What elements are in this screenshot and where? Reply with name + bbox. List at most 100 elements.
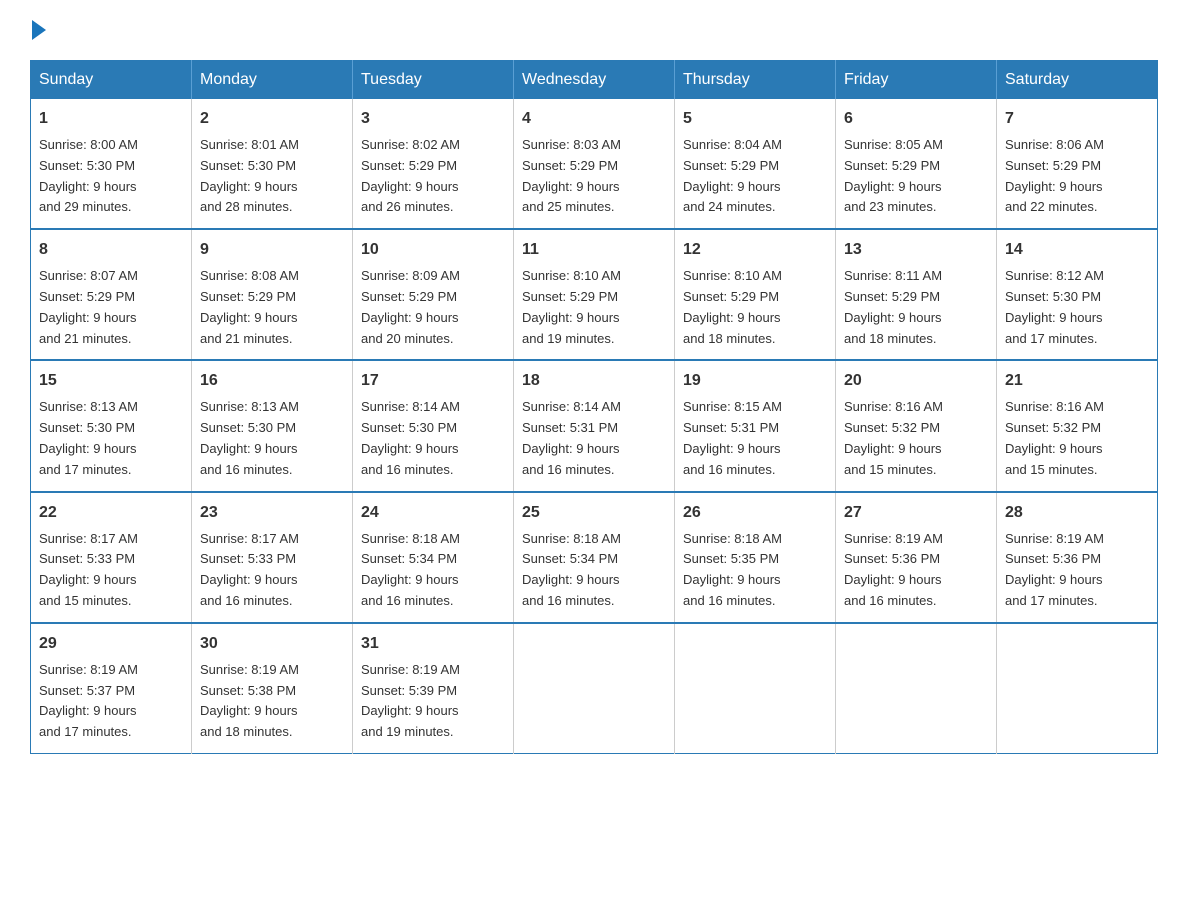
calendar-day-cell: 16 Sunrise: 8:13 AM Sunset: 5:30 PM Dayl… (192, 360, 353, 491)
calendar-day-cell: 22 Sunrise: 8:17 AM Sunset: 5:33 PM Dayl… (31, 492, 192, 623)
day-info: Sunrise: 8:01 AM Sunset: 5:30 PM Dayligh… (200, 137, 299, 214)
calendar-day-cell: 18 Sunrise: 8:14 AM Sunset: 5:31 PM Dayl… (514, 360, 675, 491)
calendar-day-cell: 24 Sunrise: 8:18 AM Sunset: 5:34 PM Dayl… (353, 492, 514, 623)
calendar-day-cell: 21 Sunrise: 8:16 AM Sunset: 5:32 PM Dayl… (997, 360, 1158, 491)
day-info: Sunrise: 8:00 AM Sunset: 5:30 PM Dayligh… (39, 137, 138, 214)
day-info: Sunrise: 8:11 AM Sunset: 5:29 PM Dayligh… (844, 268, 942, 345)
day-number: 15 (39, 369, 183, 393)
day-info: Sunrise: 8:10 AM Sunset: 5:29 PM Dayligh… (522, 268, 621, 345)
calendar-day-header: Monday (192, 61, 353, 100)
calendar-day-cell: 10 Sunrise: 8:09 AM Sunset: 5:29 PM Dayl… (353, 229, 514, 360)
page-header (30, 20, 1158, 40)
calendar-day-cell: 8 Sunrise: 8:07 AM Sunset: 5:29 PM Dayli… (31, 229, 192, 360)
day-number: 7 (1005, 107, 1149, 131)
day-info: Sunrise: 8:19 AM Sunset: 5:39 PM Dayligh… (361, 662, 460, 739)
calendar-week-row: 22 Sunrise: 8:17 AM Sunset: 5:33 PM Dayl… (31, 492, 1158, 623)
day-number: 11 (522, 238, 666, 262)
day-number: 4 (522, 107, 666, 131)
calendar-day-header: Wednesday (514, 61, 675, 100)
calendar-day-cell: 13 Sunrise: 8:11 AM Sunset: 5:29 PM Dayl… (836, 229, 997, 360)
calendar-day-cell: 31 Sunrise: 8:19 AM Sunset: 5:39 PM Dayl… (353, 623, 514, 754)
calendar-day-cell: 20 Sunrise: 8:16 AM Sunset: 5:32 PM Dayl… (836, 360, 997, 491)
day-number: 14 (1005, 238, 1149, 262)
calendar-day-cell (514, 623, 675, 754)
calendar-day-cell: 25 Sunrise: 8:18 AM Sunset: 5:34 PM Dayl… (514, 492, 675, 623)
day-number: 10 (361, 238, 505, 262)
calendar-day-cell (675, 623, 836, 754)
day-info: Sunrise: 8:14 AM Sunset: 5:31 PM Dayligh… (522, 399, 621, 476)
calendar-day-cell: 5 Sunrise: 8:04 AM Sunset: 5:29 PM Dayli… (675, 99, 836, 229)
day-number: 24 (361, 501, 505, 525)
calendar-day-header: Thursday (675, 61, 836, 100)
calendar-day-header: Saturday (997, 61, 1158, 100)
calendar-day-cell (997, 623, 1158, 754)
day-number: 21 (1005, 369, 1149, 393)
calendar-day-cell: 17 Sunrise: 8:14 AM Sunset: 5:30 PM Dayl… (353, 360, 514, 491)
day-number: 9 (200, 238, 344, 262)
calendar-day-cell (836, 623, 997, 754)
day-number: 8 (39, 238, 183, 262)
calendar-day-cell: 4 Sunrise: 8:03 AM Sunset: 5:29 PM Dayli… (514, 99, 675, 229)
calendar-day-cell: 19 Sunrise: 8:15 AM Sunset: 5:31 PM Dayl… (675, 360, 836, 491)
day-info: Sunrise: 8:02 AM Sunset: 5:29 PM Dayligh… (361, 137, 460, 214)
calendar-day-cell: 28 Sunrise: 8:19 AM Sunset: 5:36 PM Dayl… (997, 492, 1158, 623)
day-number: 12 (683, 238, 827, 262)
day-info: Sunrise: 8:09 AM Sunset: 5:29 PM Dayligh… (361, 268, 460, 345)
calendar-day-cell: 15 Sunrise: 8:13 AM Sunset: 5:30 PM Dayl… (31, 360, 192, 491)
day-info: Sunrise: 8:13 AM Sunset: 5:30 PM Dayligh… (39, 399, 138, 476)
calendar-header-row: SundayMondayTuesdayWednesdayThursdayFrid… (31, 61, 1158, 100)
day-info: Sunrise: 8:03 AM Sunset: 5:29 PM Dayligh… (522, 137, 621, 214)
day-info: Sunrise: 8:07 AM Sunset: 5:29 PM Dayligh… (39, 268, 138, 345)
day-info: Sunrise: 8:13 AM Sunset: 5:30 PM Dayligh… (200, 399, 299, 476)
calendar-day-cell: 7 Sunrise: 8:06 AM Sunset: 5:29 PM Dayli… (997, 99, 1158, 229)
day-info: Sunrise: 8:16 AM Sunset: 5:32 PM Dayligh… (1005, 399, 1104, 476)
day-number: 13 (844, 238, 988, 262)
calendar-day-cell: 14 Sunrise: 8:12 AM Sunset: 5:30 PM Dayl… (997, 229, 1158, 360)
calendar-day-cell: 1 Sunrise: 8:00 AM Sunset: 5:30 PM Dayli… (31, 99, 192, 229)
day-number: 22 (39, 501, 183, 525)
calendar-day-header: Tuesday (353, 61, 514, 100)
day-info: Sunrise: 8:19 AM Sunset: 5:36 PM Dayligh… (844, 531, 943, 608)
day-number: 31 (361, 632, 505, 656)
day-number: 23 (200, 501, 344, 525)
day-info: Sunrise: 8:04 AM Sunset: 5:29 PM Dayligh… (683, 137, 782, 214)
calendar-day-header: Friday (836, 61, 997, 100)
day-number: 3 (361, 107, 505, 131)
day-number: 19 (683, 369, 827, 393)
calendar-day-header: Sunday (31, 61, 192, 100)
day-info: Sunrise: 8:05 AM Sunset: 5:29 PM Dayligh… (844, 137, 943, 214)
calendar-day-cell: 29 Sunrise: 8:19 AM Sunset: 5:37 PM Dayl… (31, 623, 192, 754)
day-number: 25 (522, 501, 666, 525)
day-number: 6 (844, 107, 988, 131)
day-info: Sunrise: 8:06 AM Sunset: 5:29 PM Dayligh… (1005, 137, 1104, 214)
calendar-week-row: 29 Sunrise: 8:19 AM Sunset: 5:37 PM Dayl… (31, 623, 1158, 754)
day-number: 29 (39, 632, 183, 656)
day-info: Sunrise: 8:17 AM Sunset: 5:33 PM Dayligh… (39, 531, 138, 608)
calendar-day-cell: 23 Sunrise: 8:17 AM Sunset: 5:33 PM Dayl… (192, 492, 353, 623)
day-info: Sunrise: 8:10 AM Sunset: 5:29 PM Dayligh… (683, 268, 782, 345)
day-info: Sunrise: 8:18 AM Sunset: 5:34 PM Dayligh… (361, 531, 460, 608)
calendar-day-cell: 26 Sunrise: 8:18 AM Sunset: 5:35 PM Dayl… (675, 492, 836, 623)
calendar-day-cell: 3 Sunrise: 8:02 AM Sunset: 5:29 PM Dayli… (353, 99, 514, 229)
day-info: Sunrise: 8:16 AM Sunset: 5:32 PM Dayligh… (844, 399, 943, 476)
day-number: 28 (1005, 501, 1149, 525)
day-number: 2 (200, 107, 344, 131)
day-info: Sunrise: 8:19 AM Sunset: 5:37 PM Dayligh… (39, 662, 138, 739)
calendar-day-cell: 11 Sunrise: 8:10 AM Sunset: 5:29 PM Dayl… (514, 229, 675, 360)
day-number: 17 (361, 369, 505, 393)
day-number: 18 (522, 369, 666, 393)
day-number: 30 (200, 632, 344, 656)
day-number: 20 (844, 369, 988, 393)
day-number: 1 (39, 107, 183, 131)
day-info: Sunrise: 8:18 AM Sunset: 5:34 PM Dayligh… (522, 531, 621, 608)
calendar-day-cell: 6 Sunrise: 8:05 AM Sunset: 5:29 PM Dayli… (836, 99, 997, 229)
day-number: 16 (200, 369, 344, 393)
day-info: Sunrise: 8:14 AM Sunset: 5:30 PM Dayligh… (361, 399, 460, 476)
calendar-week-row: 15 Sunrise: 8:13 AM Sunset: 5:30 PM Dayl… (31, 360, 1158, 491)
day-info: Sunrise: 8:19 AM Sunset: 5:38 PM Dayligh… (200, 662, 299, 739)
day-number: 5 (683, 107, 827, 131)
day-info: Sunrise: 8:12 AM Sunset: 5:30 PM Dayligh… (1005, 268, 1104, 345)
logo-arrow-icon (32, 20, 46, 40)
calendar-day-cell: 30 Sunrise: 8:19 AM Sunset: 5:38 PM Dayl… (192, 623, 353, 754)
day-info: Sunrise: 8:19 AM Sunset: 5:36 PM Dayligh… (1005, 531, 1104, 608)
